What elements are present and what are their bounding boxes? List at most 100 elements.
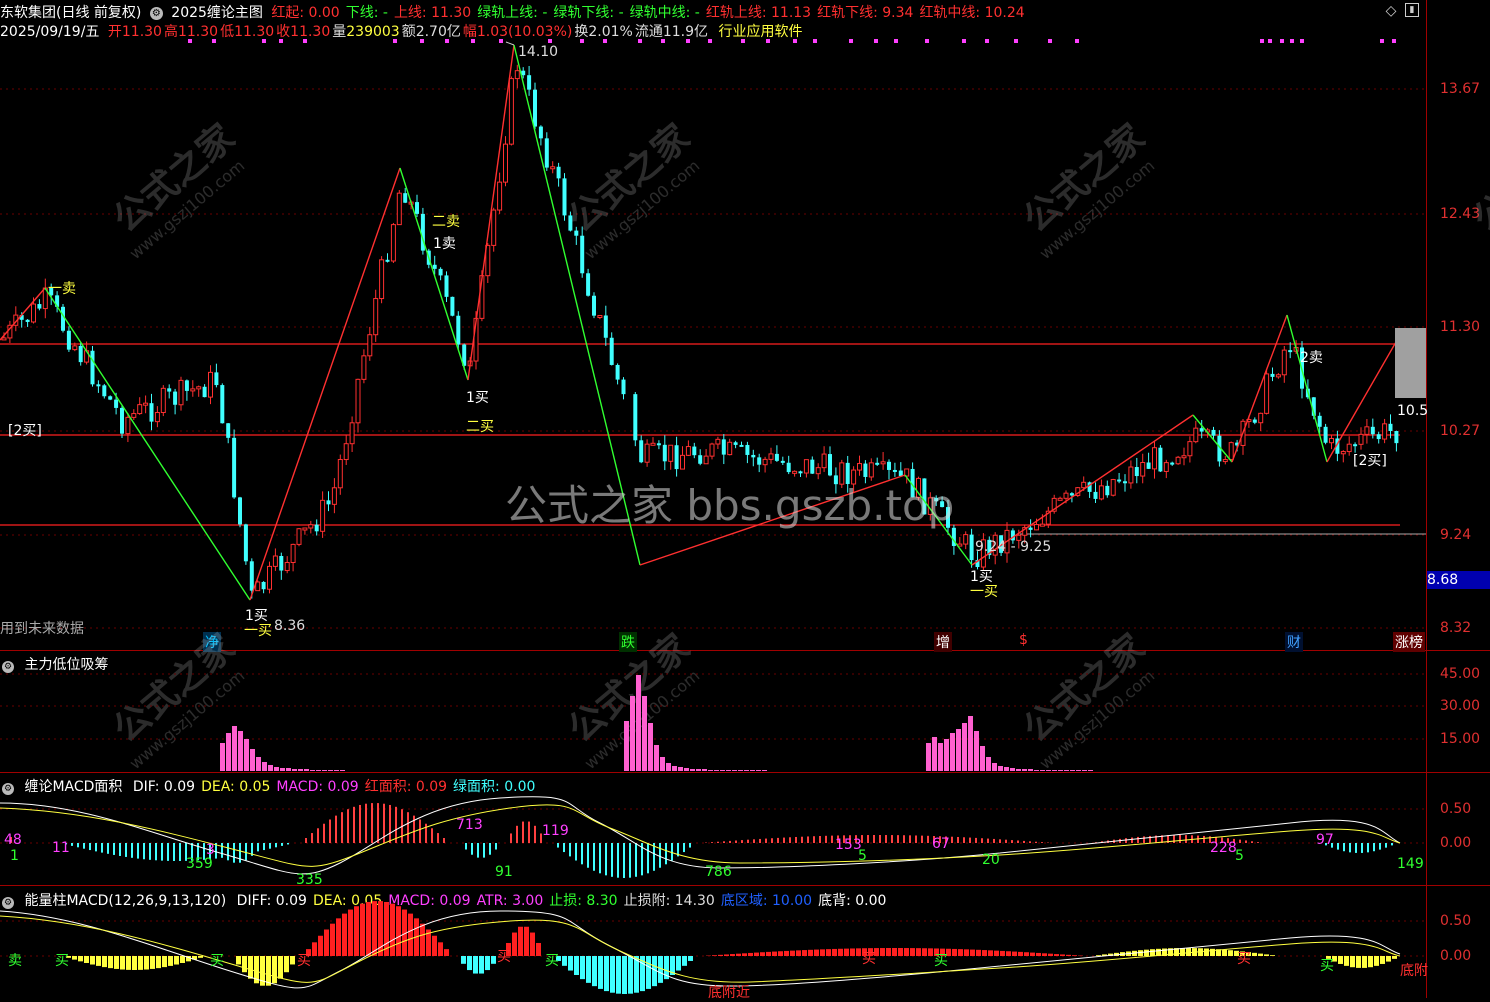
label-high: 14.10	[518, 44, 558, 60]
watermark-main: 公式之家 bbs.gszb.top	[505, 472, 954, 533]
panel1-tick-2: 15.00	[1440, 731, 1480, 747]
panel3-tick-0: 0.50	[1440, 913, 1471, 929]
signal-dot-32	[1280, 39, 1284, 43]
signal-dot-29	[1075, 39, 1079, 43]
area-label-0: 48	[4, 832, 22, 848]
signal-dot-30	[1260, 39, 1264, 43]
area-label-8: 119	[542, 823, 569, 839]
panel3-bottom-note2: 底附	[1400, 960, 1428, 980]
panel-divider-3-axis	[1426, 885, 1490, 886]
label-sell2-b: 2卖	[1300, 347, 1323, 367]
price-tick-3: 10.27	[1440, 423, 1480, 439]
panel2-tick-0: 0.50	[1440, 801, 1471, 817]
signal-dot-31	[1268, 39, 1272, 43]
label-buy1-a-cn: 一买	[244, 620, 272, 640]
label-buy2-left: [2买]	[8, 420, 42, 440]
event-tag-3[interactable]: $	[1017, 632, 1030, 648]
area-label-12: 67	[932, 836, 950, 852]
signal-label-0: 卖	[8, 950, 22, 970]
area-label-11: 5	[858, 848, 867, 864]
signal-dot-34	[1300, 39, 1304, 43]
signal-dot-18	[766, 39, 770, 43]
area-label-15: 5	[1235, 848, 1244, 864]
label-price-tag: 10.5	[1397, 403, 1428, 419]
panel1-accumulation-chart[interactable]	[0, 651, 1426, 772]
signal-label-2: 买	[210, 950, 224, 970]
signal-label-8: 买	[1237, 948, 1251, 968]
price-tick-5: 8.32	[1440, 620, 1471, 636]
signal-dot-6	[420, 39, 424, 43]
label-range: 9.24 - 9.25	[975, 539, 1051, 555]
event-tag-2[interactable]: 增	[934, 632, 952, 652]
area-label-16: 97	[1316, 832, 1334, 848]
price-tick-0: 13.67	[1440, 81, 1480, 97]
panel3-tick-1: 0.00	[1440, 948, 1471, 964]
signal-dot-5	[393, 39, 397, 43]
price-tick-4: 9.24	[1440, 527, 1471, 543]
signal-dot-3	[279, 39, 283, 43]
panel-divider-2-axis	[1426, 772, 1490, 773]
event-tag-5[interactable]: 涨榜	[1393, 632, 1425, 652]
label-low-a: 8.36	[274, 618, 305, 634]
signal-dot-35	[1380, 39, 1384, 43]
signal-dot-19	[793, 39, 797, 43]
panel3-bottom-note1: 底附近	[708, 982, 750, 1002]
signal-dot-7	[445, 39, 449, 43]
event-tag-4[interactable]: 财	[1285, 632, 1303, 652]
signal-dot-14	[661, 39, 665, 43]
area-label-17: 149	[1397, 856, 1424, 872]
area-label-13: 20	[982, 852, 1000, 868]
signal-dot-1	[212, 39, 216, 43]
signal-dot-26	[985, 39, 989, 43]
area-label-14: 228	[1210, 840, 1237, 856]
signal-label-1: 买	[55, 950, 69, 970]
signal-dot-11	[580, 39, 584, 43]
area-label-1: 1	[10, 848, 19, 864]
label-buy2-right: [2买]	[1353, 450, 1387, 470]
label-buy1-b: 1买	[466, 387, 489, 407]
signal-dot-4	[303, 39, 307, 43]
signal-label-7: 买	[934, 950, 948, 970]
signal-dot-33	[1290, 39, 1294, 43]
signal-dot-22	[874, 39, 878, 43]
signal-label-6: 买	[862, 948, 876, 968]
signal-dot-17	[741, 39, 745, 43]
signal-dot-25	[962, 39, 966, 43]
signal-label-4: 买	[497, 946, 511, 966]
price-highlight: 8.68	[1427, 571, 1490, 589]
signal-label-9: 买	[1320, 955, 1334, 975]
signal-dot-2	[262, 39, 266, 43]
price-highlight-value: 8.68	[1427, 572, 1458, 588]
signal-dot-23	[894, 39, 898, 43]
main-candlestick-chart[interactable]	[0, 0, 1426, 650]
panel2-tick-1: 0.00	[1440, 835, 1471, 851]
signal-dot-21	[849, 39, 853, 43]
signal-dot-15	[686, 39, 690, 43]
signal-label-5: 买	[545, 950, 559, 970]
area-label-4: 3	[206, 842, 215, 858]
signal-dot-10	[548, 39, 552, 43]
label-sell1-cn: 一卖	[48, 278, 76, 298]
signal-dot-8	[471, 39, 475, 43]
area-label-9: 786	[705, 864, 732, 880]
area-label-6: 713	[456, 817, 483, 833]
signal-label-3: 买	[297, 950, 311, 970]
panel1-tick-0: 45.00	[1440, 666, 1480, 682]
area-label-3: 359	[186, 856, 213, 872]
area-label-2: 11	[52, 840, 70, 856]
signal-dot-20	[813, 39, 817, 43]
area-label-7: 91	[495, 864, 513, 880]
panel1-tick-1: 30.00	[1440, 698, 1480, 714]
signal-dot-36	[1392, 39, 1396, 43]
signal-dot-9	[499, 39, 503, 43]
panel-divider-1-axis	[1426, 650, 1490, 651]
label-sell2-cn: 二卖	[432, 211, 460, 231]
signal-dots	[0, 38, 1426, 46]
signal-dot-16	[708, 39, 712, 43]
signal-dot-28	[1048, 39, 1052, 43]
label-future-note: 用到未来数据	[0, 618, 84, 638]
signal-dot-0	[188, 39, 192, 43]
signal-dot-13	[638, 39, 642, 43]
label-sell1-a: 1卖	[433, 233, 456, 253]
signal-dot-12	[603, 39, 607, 43]
